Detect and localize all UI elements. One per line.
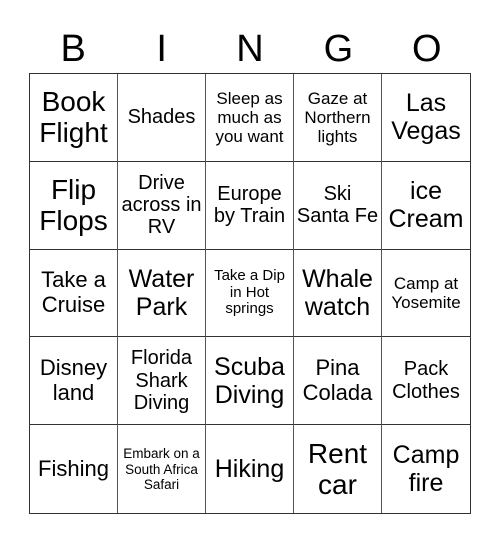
bingo-cell[interactable]: Fishing: [30, 425, 118, 513]
bingo-cell[interactable]: ice Cream: [382, 162, 470, 250]
header-letter-o: O: [412, 28, 442, 70]
bingo-cell[interactable]: Drive across in RV: [118, 161, 206, 250]
bingo-cell[interactable]: Las Vegas: [382, 74, 470, 162]
header-letter-i: I: [156, 28, 167, 70]
bingo-cell[interactable]: Gaze at Northern lights: [294, 74, 382, 162]
bingo-cell[interactable]: Embark on a South Africa Safari: [118, 425, 206, 513]
bingo-cell[interactable]: Shades: [118, 74, 206, 162]
bingo-cell[interactable]: Sleep as much as you want: [206, 74, 294, 162]
bingo-cell[interactable]: Europe by Train: [206, 161, 294, 250]
header-letter-g: G: [323, 28, 354, 70]
bingo-cell[interactable]: Book Flight: [30, 74, 118, 162]
bingo-cell[interactable]: Ski Santa Fe: [294, 161, 382, 250]
bingo-cell[interactable]: Pack Clothes: [382, 337, 470, 426]
bingo-cell[interactable]: Camp at Yosemite: [382, 250, 470, 338]
bingo-cell[interactable]: Water Park: [118, 249, 206, 338]
bingo-cell[interactable]: Camp fire: [382, 425, 470, 513]
bingo-cell[interactable]: Disney land: [30, 337, 118, 426]
bingo-grid: Book Flight Shades Sleep as much as you wa…: [29, 73, 471, 514]
bingo-cell[interactable]: Pina Colada: [294, 337, 382, 426]
bingo-header: B I N G O: [29, 26, 471, 72]
bingo-cell[interactable]: Flip Flops: [30, 161, 118, 250]
bingo-cell[interactable]: Hiking: [206, 425, 294, 513]
bingo-cell[interactable]: Whale watch: [294, 249, 382, 338]
bingo-cell[interactable]: Scuba Diving: [206, 337, 294, 426]
header-letter-n: N: [236, 28, 264, 70]
bingo-cell[interactable]: Florida Shark Diving: [118, 337, 206, 426]
header-letter-b: B: [60, 28, 86, 70]
bingo-cell[interactable]: Take a Dip in Hot springs: [206, 249, 294, 338]
bingo-cell[interactable]: Take a Cruise: [30, 249, 118, 338]
bingo-cell[interactable]: Rent car: [294, 425, 382, 513]
